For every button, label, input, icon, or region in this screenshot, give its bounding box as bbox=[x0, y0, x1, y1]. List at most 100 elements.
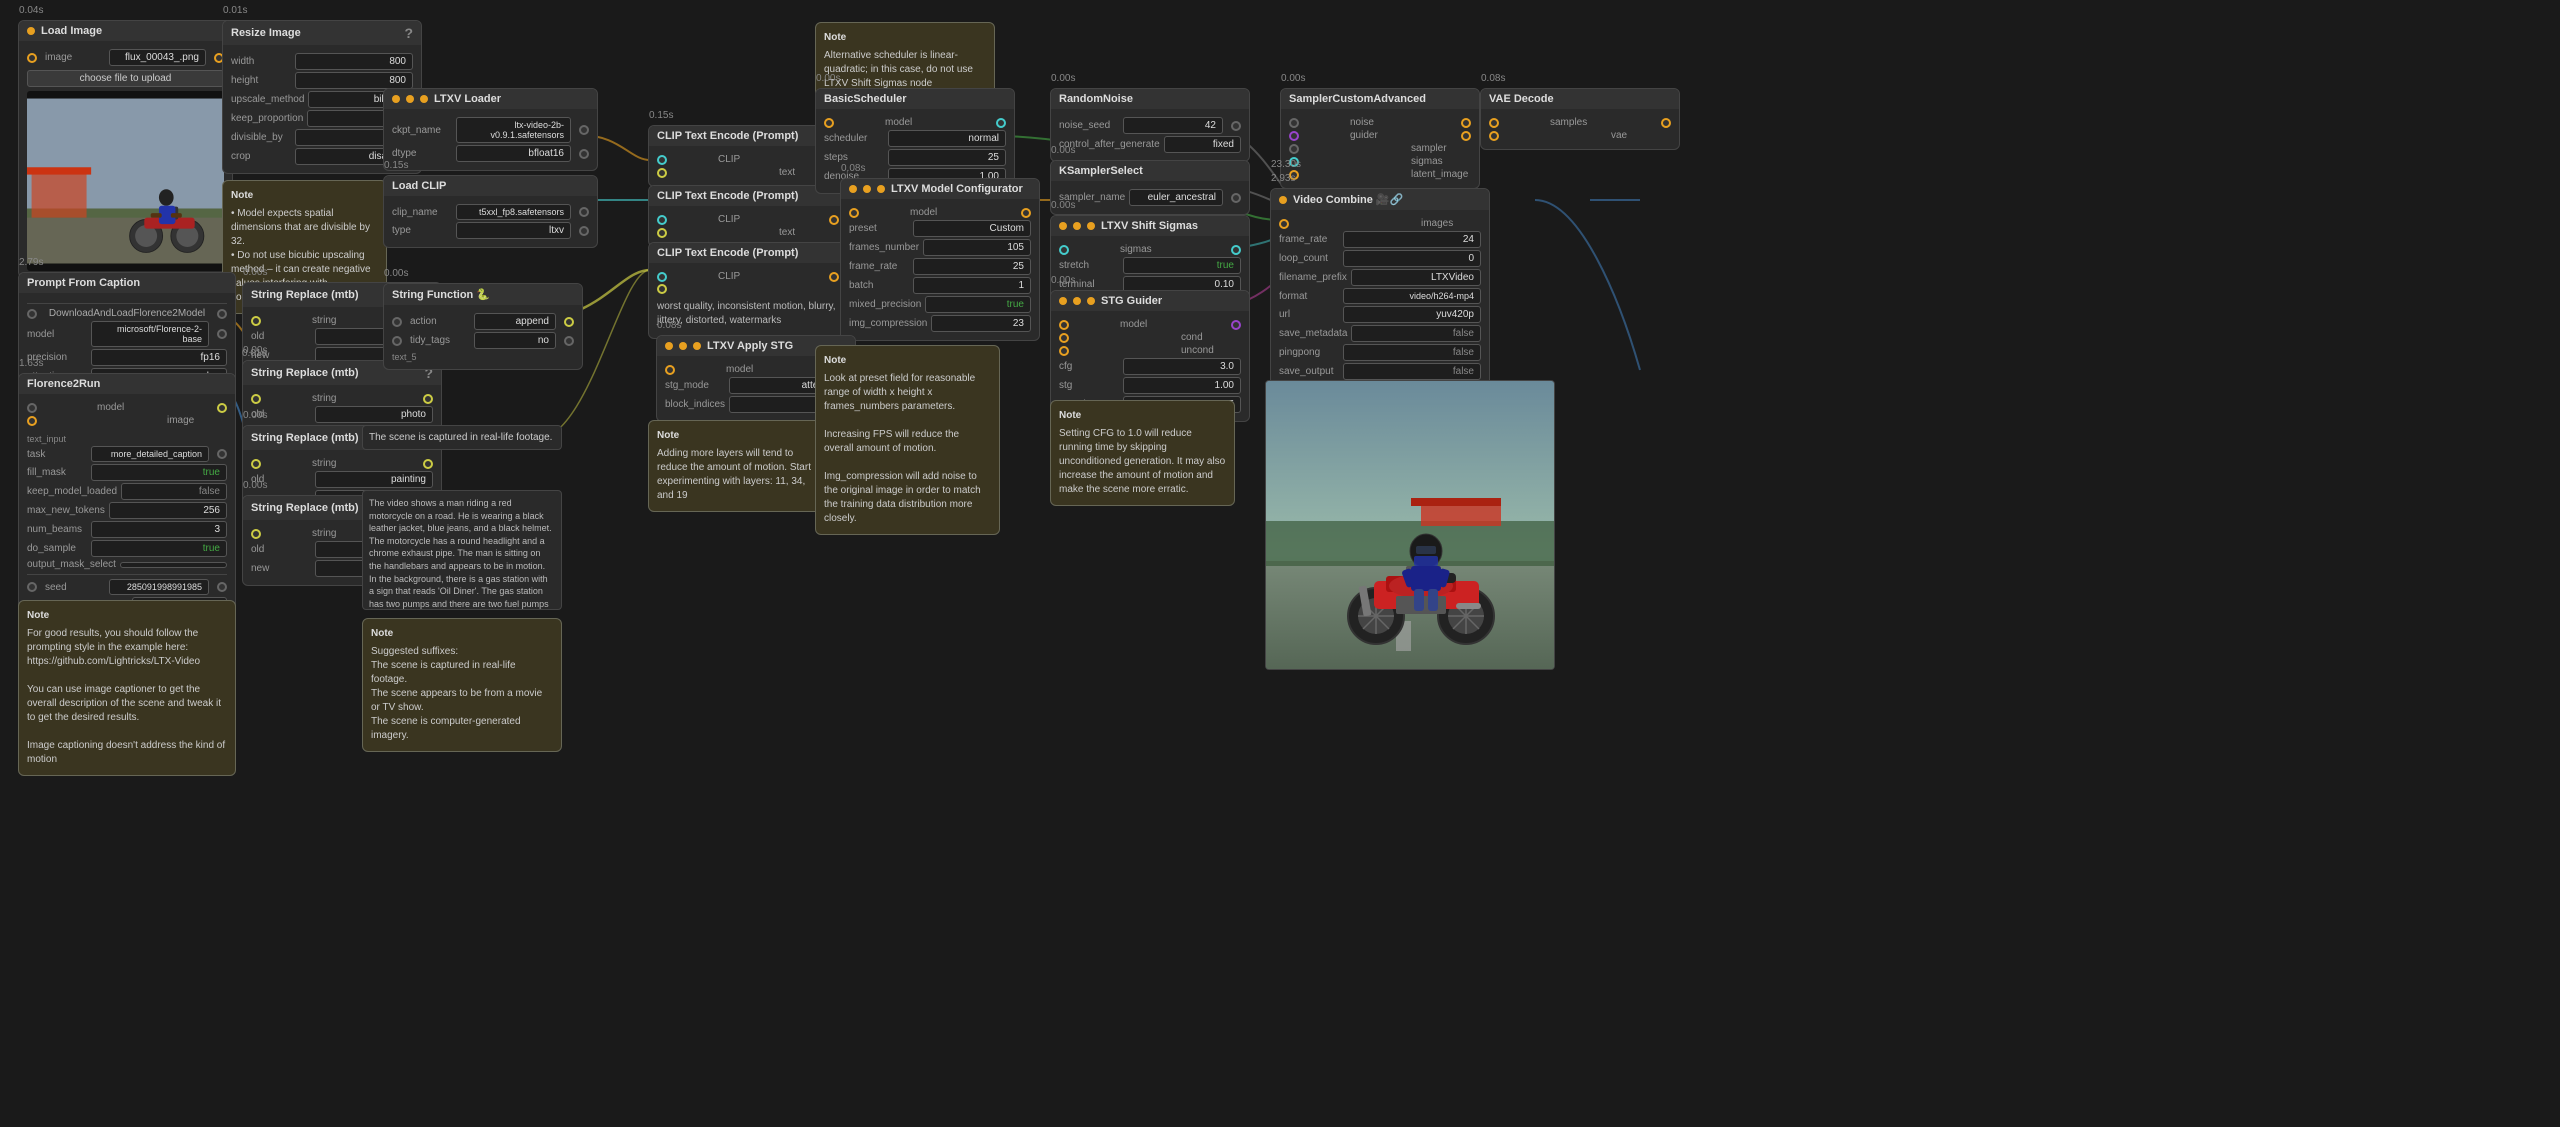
vc-title: Video Combine 🎥🔗 bbox=[1293, 193, 1403, 206]
sg-neg-label: uncond bbox=[1181, 345, 1241, 356]
vc-format-value: video/h264-mp4 bbox=[1343, 288, 1481, 304]
dot2 bbox=[863, 185, 871, 193]
vc-body: images frame_rate 24 loop_count 0 filena… bbox=[1271, 210, 1489, 388]
vc-fps-label: frame_rate bbox=[1279, 234, 1339, 245]
image-filename: flux_00043_.png bbox=[109, 49, 206, 66]
lmc-title: LTXV Model Configurator bbox=[891, 183, 1023, 195]
cfg-note-text: Setting CFG to 1.0 will reduce running t… bbox=[1059, 427, 1226, 497]
bs-sched-label: scheduler bbox=[824, 133, 884, 144]
vc-pingpong-label: pingpong bbox=[1279, 347, 1339, 358]
sr4-string-port bbox=[251, 529, 261, 539]
dot2 bbox=[406, 95, 414, 103]
vc-format-row: format video/h264-mp4 bbox=[1279, 288, 1481, 304]
vd-out-port bbox=[1661, 118, 1671, 128]
vc-images-row: images bbox=[1279, 218, 1481, 229]
preset-note-header: Note bbox=[824, 354, 991, 368]
pfc-precision-value: fp16 bbox=[91, 349, 227, 366]
f2r-model-row: model bbox=[27, 402, 227, 413]
sg-model-label: model bbox=[1120, 319, 1180, 330]
f2r-task-value: more_detailed_caption bbox=[91, 446, 209, 462]
sca-sampler-port bbox=[1289, 144, 1299, 154]
ce1-text-row: text bbox=[657, 167, 839, 178]
f2r-seed-row: seed 285091998991985 bbox=[27, 579, 227, 595]
lss-stretch-value: true bbox=[1123, 257, 1241, 274]
sg-cfg-label: cfg bbox=[1059, 361, 1119, 372]
main-note-header: Note bbox=[824, 31, 986, 45]
lss-sigmas-row: sigmas bbox=[1059, 244, 1241, 255]
f2r-image-label: image bbox=[167, 415, 227, 426]
pfc-model-out bbox=[217, 329, 227, 339]
bs-steps-label: steps bbox=[824, 152, 884, 163]
vc-pingpong-value: false bbox=[1343, 344, 1481, 361]
lmc-model-port bbox=[849, 208, 859, 218]
text-output-2: The video shows a man riding a red motor… bbox=[362, 490, 562, 610]
bs-model-port bbox=[824, 118, 834, 128]
rn-seed-row: noise_seed 42 bbox=[1059, 117, 1241, 134]
sf-title: String Function 🐍 bbox=[392, 288, 490, 301]
ltxv-shift-sigmas-node: 0.00s LTXV Shift Sigmas sigmas stretch t… bbox=[1050, 215, 1250, 302]
f2r-model-out bbox=[217, 403, 227, 413]
sca-guider-row: guider bbox=[1289, 130, 1471, 141]
sr2-out-port bbox=[423, 394, 433, 404]
pfc-dl-label: DownloadAndLoadFlorence2Model bbox=[49, 308, 205, 319]
sf-tidy-row: tidy_tags no bbox=[392, 332, 574, 349]
ce2-clip-port bbox=[657, 215, 667, 225]
upload-row[interactable]: choose file to upload bbox=[27, 70, 224, 87]
sr2-old-value: photo bbox=[315, 406, 433, 423]
ks-sampler-row: sampler_name euler_ancestral bbox=[1059, 189, 1241, 206]
rn-seed-value: 42 bbox=[1123, 117, 1223, 134]
sf-action-label: action bbox=[410, 316, 470, 327]
ltxv-loader-title: LTXV Loader bbox=[434, 93, 501, 105]
image-label: image bbox=[45, 52, 105, 63]
dot3 bbox=[693, 342, 701, 350]
resize-help-icon[interactable]: ? bbox=[404, 25, 413, 41]
f2r-model-label: model bbox=[97, 402, 157, 413]
f2r-header: Florence2Run bbox=[19, 374, 235, 394]
lss-timing: 0.00s bbox=[1051, 200, 1075, 211]
sf-tidy-value: no bbox=[474, 332, 556, 349]
vd-vae-row: vae bbox=[1489, 130, 1671, 141]
dot1 bbox=[1059, 297, 1067, 305]
lss-sigmas-label: sigmas bbox=[1120, 244, 1180, 255]
vc-url-value: yuv420p bbox=[1343, 306, 1481, 323]
lmc-imgcomp-row: img_compression 23 bbox=[849, 315, 1031, 332]
load-image-timing: 0.04s bbox=[19, 5, 43, 16]
neg-clip-port bbox=[657, 272, 667, 282]
sr2-old-row: old photo bbox=[251, 406, 433, 423]
load-clip-timing: 0.15s bbox=[384, 160, 408, 171]
sca-timing: 0.00s bbox=[1281, 73, 1305, 84]
vd-title: VAE Decode bbox=[1489, 93, 1554, 105]
f2r-keeploaded-row: keep_model_loaded false bbox=[27, 483, 227, 500]
sca-noise-row: noise bbox=[1289, 117, 1471, 128]
upload-button[interactable]: choose file to upload bbox=[27, 70, 224, 87]
vd-vae-label: vae bbox=[1611, 130, 1671, 141]
vc-metadata-row: save_metadata false bbox=[1279, 325, 1481, 342]
vc-images-port bbox=[1279, 219, 1289, 229]
dot3 bbox=[420, 95, 428, 103]
crop-label: crop bbox=[231, 151, 291, 162]
sf-tidy-in bbox=[392, 336, 402, 346]
sr2-string-label: string bbox=[312, 393, 372, 404]
sr3-out-port bbox=[423, 459, 433, 469]
f2r-seed-out bbox=[217, 582, 227, 592]
load-clip-node: 0.15s Load CLIP clip_name t5xxl_fp8.safe… bbox=[383, 175, 598, 248]
clip-encode-1-timing: 0.15s bbox=[649, 110, 673, 121]
clip-type-port bbox=[579, 226, 589, 236]
lss-stretch-row: stretch true bbox=[1059, 257, 1241, 274]
florence-note-text: For good results, you should follow the … bbox=[27, 627, 227, 767]
dot3 bbox=[877, 185, 885, 193]
lmc-fps-label: frame_rate bbox=[849, 261, 909, 272]
f2r-seed-port bbox=[27, 582, 37, 592]
lmc-header: LTXV Model Configurator bbox=[841, 179, 1039, 199]
video-combine-node: 23.30s 2.93s Video Combine 🎥🔗 images fra… bbox=[1270, 188, 1490, 389]
width-row: width 800 bbox=[231, 53, 413, 70]
vd-header: VAE Decode bbox=[1481, 89, 1679, 109]
pfc-precision-row: precision fp16 bbox=[27, 349, 227, 366]
sr4-timing: 0.00s bbox=[243, 480, 267, 491]
lmc-out-port bbox=[1021, 208, 1031, 218]
lmc-timing: 0.08s bbox=[841, 163, 865, 174]
height-label: height bbox=[231, 75, 291, 86]
load-image-header: Load Image bbox=[19, 21, 232, 41]
vc-metadata-value: false bbox=[1351, 325, 1481, 342]
lmc-mixed-row: mixed_precision true bbox=[849, 296, 1031, 313]
